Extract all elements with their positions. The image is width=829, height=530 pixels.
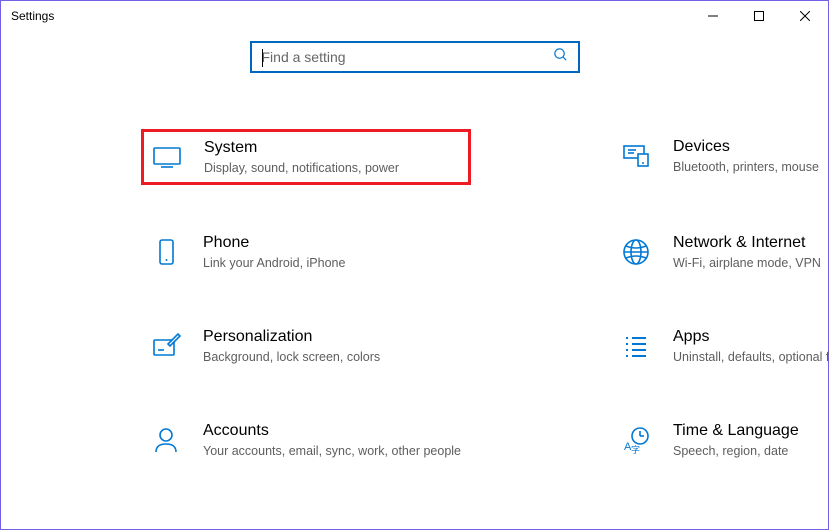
- category-text: Network & Internet Wi-Fi, airplane mode,…: [673, 233, 829, 271]
- category-phone[interactable]: Phone Link your Android, iPhone: [141, 225, 471, 279]
- minimize-button[interactable]: [690, 1, 736, 31]
- text-caret: [262, 49, 263, 67]
- category-title: Apps: [673, 327, 829, 347]
- category-text: System Display, sound, notifications, po…: [204, 138, 462, 176]
- category-text: Personalization Background, lock screen,…: [203, 327, 463, 365]
- window-controls: [690, 1, 828, 31]
- category-accounts[interactable]: Accounts Your accounts, email, sync, wor…: [141, 413, 471, 467]
- category-title: Phone: [203, 233, 463, 253]
- category-text: Time & Language Speech, region, date: [673, 421, 829, 459]
- category-desc: Background, lock screen, colors: [203, 349, 463, 365]
- category-desc: Wi-Fi, airplane mode, VPN: [673, 255, 829, 271]
- category-devices[interactable]: Devices Bluetooth, printers, mouse: [611, 129, 829, 185]
- category-title: Accounts: [203, 421, 463, 441]
- category-desc: Link your Android, iPhone: [203, 255, 463, 271]
- personalization-icon: [149, 329, 183, 363]
- phone-icon: [149, 235, 183, 269]
- svg-text:字: 字: [631, 444, 640, 455]
- categories-grid: System Display, sound, notifications, po…: [1, 129, 828, 467]
- category-personalization[interactable]: Personalization Background, lock screen,…: [141, 319, 471, 373]
- devices-icon: [619, 139, 653, 173]
- time-language-icon: A 字: [619, 423, 653, 457]
- globe-icon: [619, 235, 653, 269]
- titlebar: Settings: [1, 1, 828, 31]
- category-apps[interactable]: Apps Uninstall, defaults, optional featu…: [611, 319, 829, 373]
- category-title: System: [204, 138, 462, 158]
- category-text: Apps Uninstall, defaults, optional featu…: [673, 327, 829, 365]
- category-title: Personalization: [203, 327, 463, 347]
- search-box[interactable]: [250, 41, 580, 73]
- system-icon: [150, 140, 184, 174]
- category-desc: Bluetooth, printers, mouse: [673, 159, 829, 175]
- category-desc: Uninstall, defaults, optional features: [673, 349, 829, 365]
- category-title: Time & Language: [673, 421, 829, 441]
- category-title: Devices: [673, 137, 829, 157]
- search-input[interactable]: [262, 49, 553, 65]
- category-time-language[interactable]: A 字 Time & Language Speech, region, date: [611, 413, 829, 467]
- category-desc: Speech, region, date: [673, 443, 829, 459]
- category-network[interactable]: Network & Internet Wi-Fi, airplane mode,…: [611, 225, 829, 279]
- accounts-icon: [149, 423, 183, 457]
- category-text: Devices Bluetooth, printers, mouse: [673, 137, 829, 175]
- category-text: Accounts Your accounts, email, sync, wor…: [203, 421, 463, 459]
- search-container: [1, 41, 828, 73]
- category-desc: Display, sound, notifications, power: [204, 160, 462, 176]
- category-text: Phone Link your Android, iPhone: [203, 233, 463, 271]
- maximize-button[interactable]: [736, 1, 782, 31]
- search-icon: [553, 47, 568, 67]
- category-system[interactable]: System Display, sound, notifications, po…: [141, 129, 471, 185]
- category-desc: Your accounts, email, sync, work, other …: [203, 443, 463, 459]
- window-title: Settings: [11, 9, 54, 23]
- apps-icon: [619, 329, 653, 363]
- close-button[interactable]: [782, 1, 828, 31]
- category-title: Network & Internet: [673, 233, 829, 253]
